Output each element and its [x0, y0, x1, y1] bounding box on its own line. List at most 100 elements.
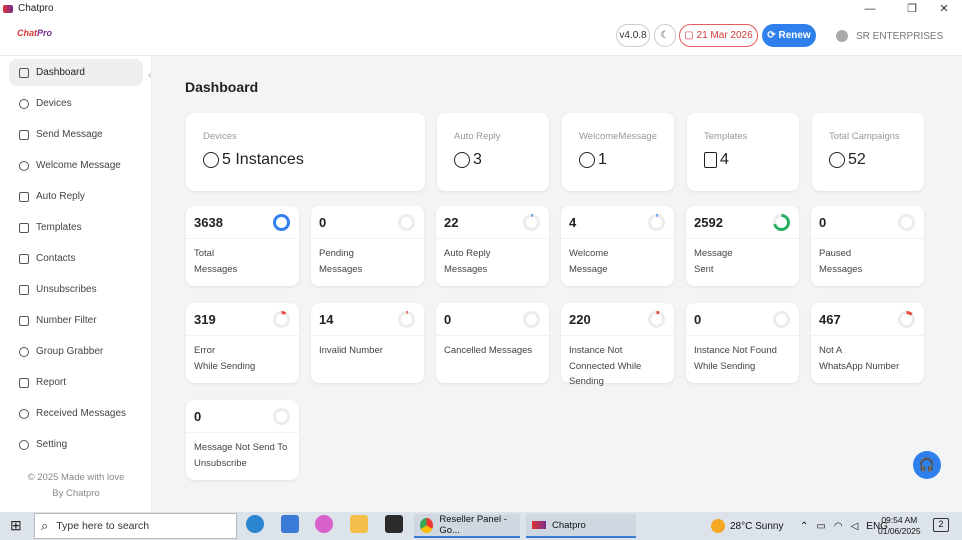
windows-taskbar: ⊞ ⌕ Type here to search Reseller Panel -… [0, 512, 962, 540]
sidebar-item-received-messages[interactable]: Received Messages [9, 400, 143, 427]
sidebar-item-report[interactable]: Report [9, 369, 143, 396]
progress-ring-icon [273, 214, 290, 231]
summary-card-total-campaigns[interactable]: Total Campaigns 52 [812, 113, 924, 191]
sidebar-item-dashboard[interactable]: Dashboard [9, 59, 143, 86]
stat-label: Message Not Send To Unsubscribe [194, 440, 294, 471]
stat-divider [436, 238, 549, 239]
stat-label: Paused Messages [819, 246, 919, 277]
progress-ring-icon [273, 311, 290, 328]
folder-icon[interactable] [350, 515, 368, 533]
account-menu[interactable]: SR ENTERPRISES [836, 30, 943, 42]
volume-icon: ◁ [850, 520, 859, 532]
sidebar-item-welcome-message[interactable]: Welcome Message [9, 152, 143, 179]
document-icon [704, 152, 717, 168]
sidebar-item-contacts[interactable]: Contacts [9, 245, 143, 272]
store-icon[interactable] [281, 515, 299, 533]
summary-card-devices[interactable]: Devices 5 Instances [186, 113, 425, 191]
stat-value: 0 [694, 312, 702, 327]
stat-card[interactable]: 0 Message Not Send To Unsubscribe [186, 400, 299, 480]
stat-value: 4 [569, 215, 577, 230]
progress-ring-icon [398, 214, 415, 231]
main-content: Dashboard Devices 5 Instances Auto Reply… [153, 56, 962, 512]
taskbar-item-chrome[interactable]: Reseller Panel - Go... [414, 514, 520, 538]
stat-divider [686, 335, 799, 336]
progress-ring-hole [401, 314, 412, 325]
progress-ring-icon [648, 214, 665, 231]
stat-value: 0 [319, 215, 327, 230]
summary-card-auto-reply[interactable]: Auto Reply 3 [437, 113, 549, 191]
stat-card[interactable]: 0 Pending Messages [311, 206, 424, 286]
sidebar-item-group-grabber[interactable]: Group Grabber [9, 338, 143, 365]
page-title: Dashboard [185, 79, 259, 95]
stat-card[interactable]: 3638 Total Messages [186, 206, 299, 286]
system-tray[interactable]: ⌃ ▭ ◠ ◁ ENG [800, 512, 888, 540]
renew-button[interactable]: ⟳ Renew [762, 24, 816, 47]
theme-toggle-button[interactable]: ☾ [654, 24, 676, 47]
sidebar-item-auto-reply[interactable]: Auto Reply [9, 183, 143, 210]
sidebar-item-setting[interactable]: Setting [9, 431, 143, 458]
stat-label-line: Messages [319, 263, 363, 275]
progress-ring-icon [523, 214, 540, 231]
stat-label-line: Unsubscribe [194, 457, 247, 469]
company-name: SR ENTERPRISES [856, 30, 944, 42]
window-titlebar: Chatpro — ❐ ✕ [0, 0, 962, 17]
stat-card[interactable]: 0 Paused Messages [811, 206, 924, 286]
sidebar-item-send-message[interactable]: Send Message [9, 121, 143, 148]
smile-icon [579, 152, 595, 168]
start-button[interactable]: ⊞ [10, 517, 22, 534]
support-button[interactable]: 🎧 [913, 451, 941, 479]
stat-value: 0 [819, 215, 827, 230]
stat-card[interactable]: 467 Not A WhatsApp Number [811, 303, 924, 383]
sidebar-item-devices[interactable]: Devices [9, 90, 143, 117]
stat-divider [311, 238, 424, 239]
window-title: Chatpro [18, 3, 54, 14]
filter-icon [19, 315, 29, 326]
sidebar-item-templates[interactable]: Templates [9, 214, 143, 241]
gear-icon [19, 439, 29, 450]
inbox-icon [19, 408, 29, 419]
copilot-icon[interactable] [315, 515, 333, 533]
progress-ring-hole [651, 217, 662, 228]
stat-divider [686, 238, 799, 239]
close-button[interactable]: ✕ [929, 0, 959, 17]
minimize-button[interactable]: — [855, 0, 885, 17]
home-icon [19, 67, 29, 78]
taskbar-item-chatpro[interactable]: Chatpro [526, 514, 636, 538]
stat-value: 14 [319, 312, 334, 327]
restore-button[interactable]: ❐ [897, 0, 927, 17]
terminal-icon[interactable] [385, 515, 403, 533]
stat-label-line: Messages [194, 263, 238, 275]
document-icon [19, 222, 29, 233]
stat-card[interactable]: 4 Welcome Message [561, 206, 674, 286]
stat-card[interactable]: 0 Instance Not Found While Sending [686, 303, 799, 383]
stat-card[interactable]: 220 Instance Not Connected While Sending [561, 303, 674, 387]
notification-icon[interactable]: 2 [933, 518, 949, 532]
wifi-icon: ◠ [833, 520, 843, 532]
stat-card[interactable]: 319 Error While Sending [186, 303, 299, 383]
sidebar-item-unsubscribes[interactable]: Unsubscribes [9, 276, 143, 303]
stat-value: 467 [819, 312, 841, 327]
summary-card-templates[interactable]: Templates 4 [687, 113, 799, 191]
sidebar-collapse-button[interactable]: ‹ [148, 70, 151, 81]
weather-widget[interactable]: 28°C Sunny [711, 512, 783, 540]
stat-card[interactable]: 22 Auto Reply Messages [436, 206, 549, 286]
sun-icon [711, 519, 725, 533]
summary-card-welcome-message[interactable]: WelcomeMessage 1 [562, 113, 674, 191]
clock[interactable]: 09:54 AM 01/06/2025 [878, 515, 921, 537]
version-badge: v4.0.8 [616, 24, 650, 47]
taskbar-search-box[interactable]: ⌕ Type here to search [34, 513, 237, 539]
stat-label: Error While Sending [194, 343, 294, 374]
stat-label: Auto Reply Messages [444, 246, 544, 277]
stat-card[interactable]: 14 Invalid Number [311, 303, 424, 383]
stat-label-line: WhatsApp Number [819, 360, 900, 372]
sidebar-item-number-filter[interactable]: Number Filter [9, 307, 143, 334]
stat-label-line: Messages [819, 263, 863, 275]
stat-label: Not A WhatsApp Number [819, 343, 919, 374]
stat-card[interactable]: 2592 Message Sent [686, 206, 799, 286]
stat-label: Cancelled Messages [444, 343, 544, 359]
edge-icon[interactable] [246, 515, 264, 533]
stat-value: 0 [194, 409, 202, 424]
stat-card[interactable]: 0 Cancelled Messages [436, 303, 549, 383]
stat-value: 3638 [194, 215, 223, 230]
stat-label: Instance Not Found While Sending [694, 343, 794, 374]
